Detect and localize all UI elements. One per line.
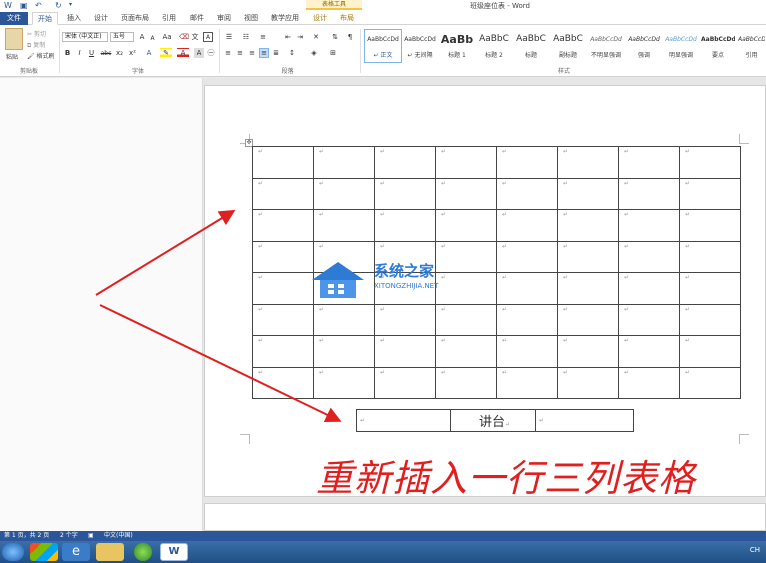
file-explorer-icon[interactable] — [96, 543, 124, 561]
app-icon[interactable] — [30, 543, 58, 561]
arrow-to-table — [95, 209, 236, 296]
word-taskbar-icon[interactable]: W — [160, 543, 188, 561]
page-count[interactable]: 第 1 页，共 2 页 — [4, 531, 49, 541]
system-tray[interactable]: CH — [750, 546, 760, 554]
start-button-icon[interactable] — [2, 543, 24, 561]
proofing-icon[interactable]: ▣ — [88, 531, 94, 541]
arrow-to-podium — [99, 304, 342, 422]
taskbar: e W CH — [0, 541, 766, 563]
status-bar: 第 1 页，共 2 页 2 个字 ▣ 中文(中国) — [0, 531, 766, 541]
watermark-subtitle: XITONGZHIJIA.NET — [374, 282, 439, 290]
house-logo-icon — [312, 262, 364, 298]
watermark-title: 系统之家 — [374, 262, 435, 280]
annotation-caption: 重新插入一行三列表格 — [316, 457, 696, 500]
input-method-indicator[interactable]: CH — [750, 546, 760, 554]
watermark-logo: 系统之家 XITONGZHIJIA.NET — [308, 258, 458, 302]
refresh-app-icon[interactable] — [134, 543, 152, 561]
language-indicator[interactable]: 中文(中国) — [104, 531, 133, 541]
word-count[interactable]: 2 个字 — [60, 531, 78, 541]
ie-browser-icon[interactable]: e — [62, 543, 90, 561]
